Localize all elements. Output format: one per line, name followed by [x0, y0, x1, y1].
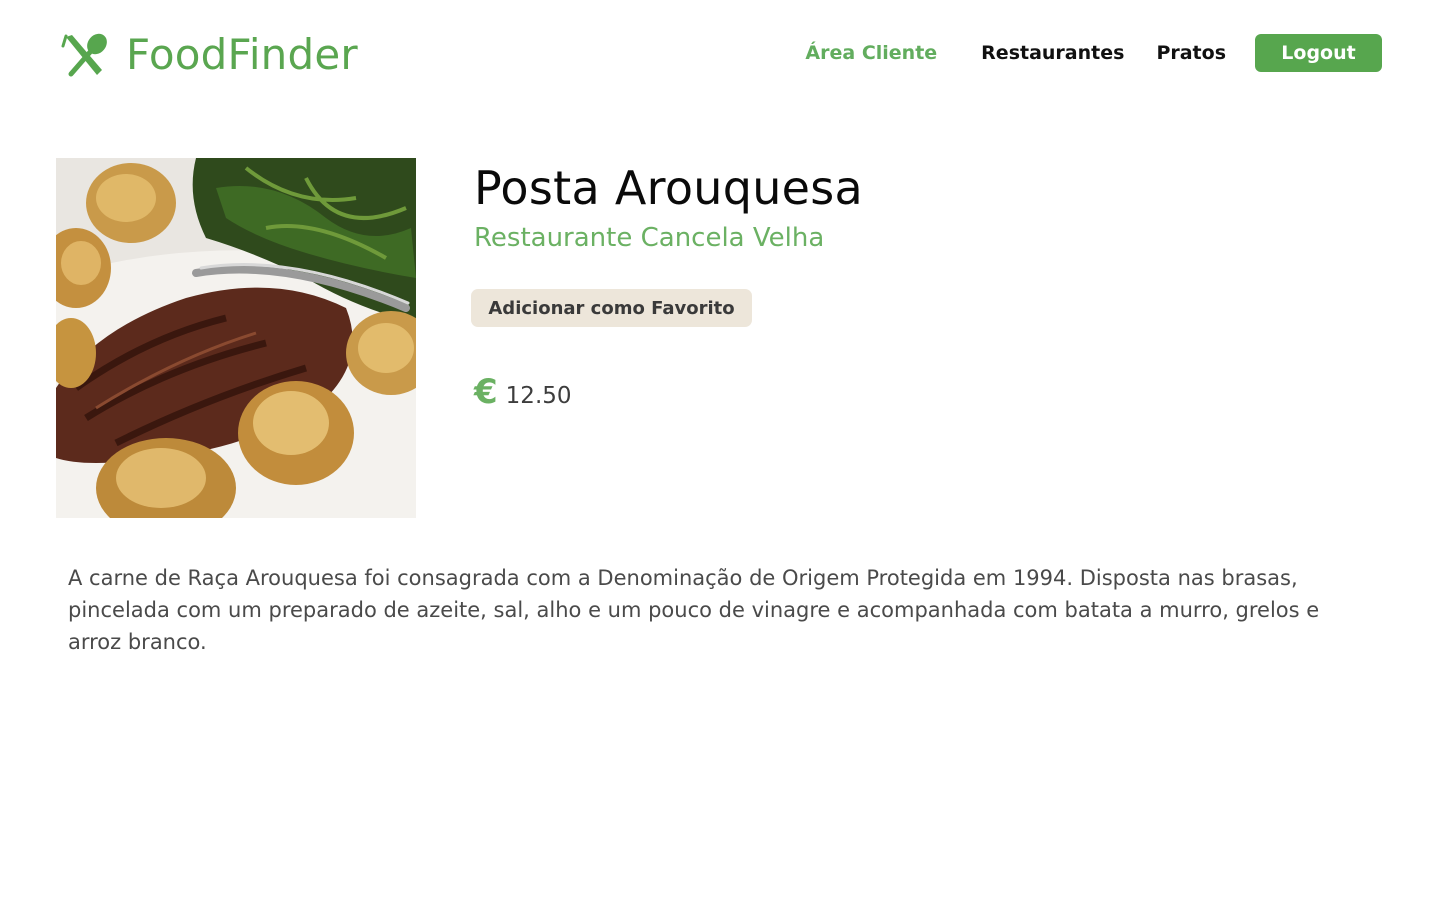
cutlery-icon [61, 33, 107, 77]
brand-logo-link[interactable]: FoodFinder [60, 30, 358, 80]
brand-name: FoodFinder [126, 30, 358, 79]
dish-photo-illustration [56, 158, 416, 518]
euro-icon: € [474, 372, 498, 412]
price-value: 12.50 [505, 383, 572, 409]
dish-description: A carne de Raça Arouquesa foi consagrada… [68, 566, 1320, 654]
site-header: FoodFinder Área Cliente Restaurantes Pra… [0, 0, 1440, 110]
nav-pratos[interactable]: Pratos [1156, 42, 1226, 64]
dish-photo [56, 158, 416, 518]
nav-restaurantes[interactable]: Restaurantes [981, 42, 1124, 64]
main-nav: Área Cliente Restaurantes Pratos Logout [805, 34, 1382, 72]
logout-button[interactable]: Logout [1255, 34, 1382, 72]
nav-area-cliente[interactable]: Área Cliente [805, 42, 937, 64]
dish-price: € 12.50 [474, 372, 572, 412]
restaurant-link[interactable]: Restaurante Cancela Velha [474, 223, 824, 253]
dish-info: Posta Arouquesa Restaurante Cancela Velh… [471, 158, 1354, 412]
add-favorite-button[interactable]: Adicionar como Favorito [471, 289, 752, 327]
dish-title: Posta Arouquesa [474, 161, 864, 215]
